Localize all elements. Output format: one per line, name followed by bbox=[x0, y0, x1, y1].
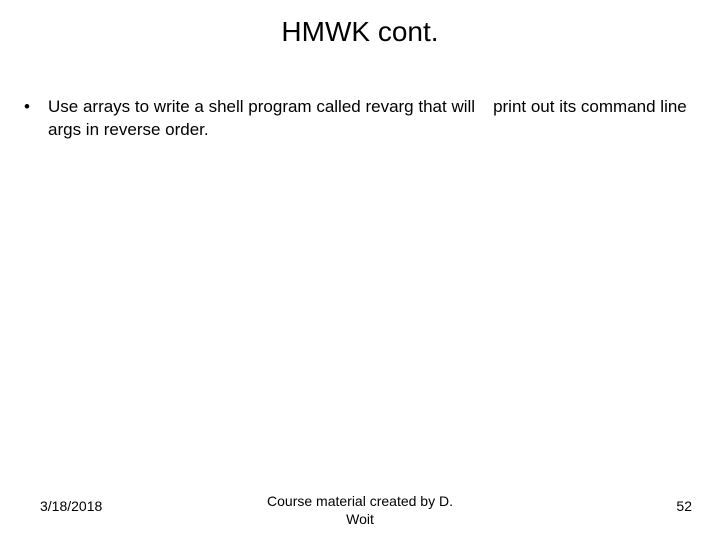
bullet-dot-icon: • bbox=[22, 96, 48, 119]
bullet-item: • Use arrays to write a shell program ca… bbox=[22, 96, 698, 142]
footer-credit-line2: Woit bbox=[0, 511, 720, 529]
slide-title: HMWK cont. bbox=[0, 16, 720, 48]
footer-credit-line1: Course material created by D. bbox=[0, 493, 720, 511]
bullet-text: Use arrays to write a shell program call… bbox=[48, 96, 698, 142]
slide-body: • Use arrays to write a shell program ca… bbox=[22, 96, 698, 142]
footer-credit: Course material created by D. Woit bbox=[0, 493, 720, 528]
bullet-text-part1: Use arrays to write a shell program call… bbox=[48, 97, 475, 116]
footer-page-number: 52 bbox=[676, 498, 692, 514]
slide: HMWK cont. • Use arrays to write a shell… bbox=[0, 0, 720, 540]
